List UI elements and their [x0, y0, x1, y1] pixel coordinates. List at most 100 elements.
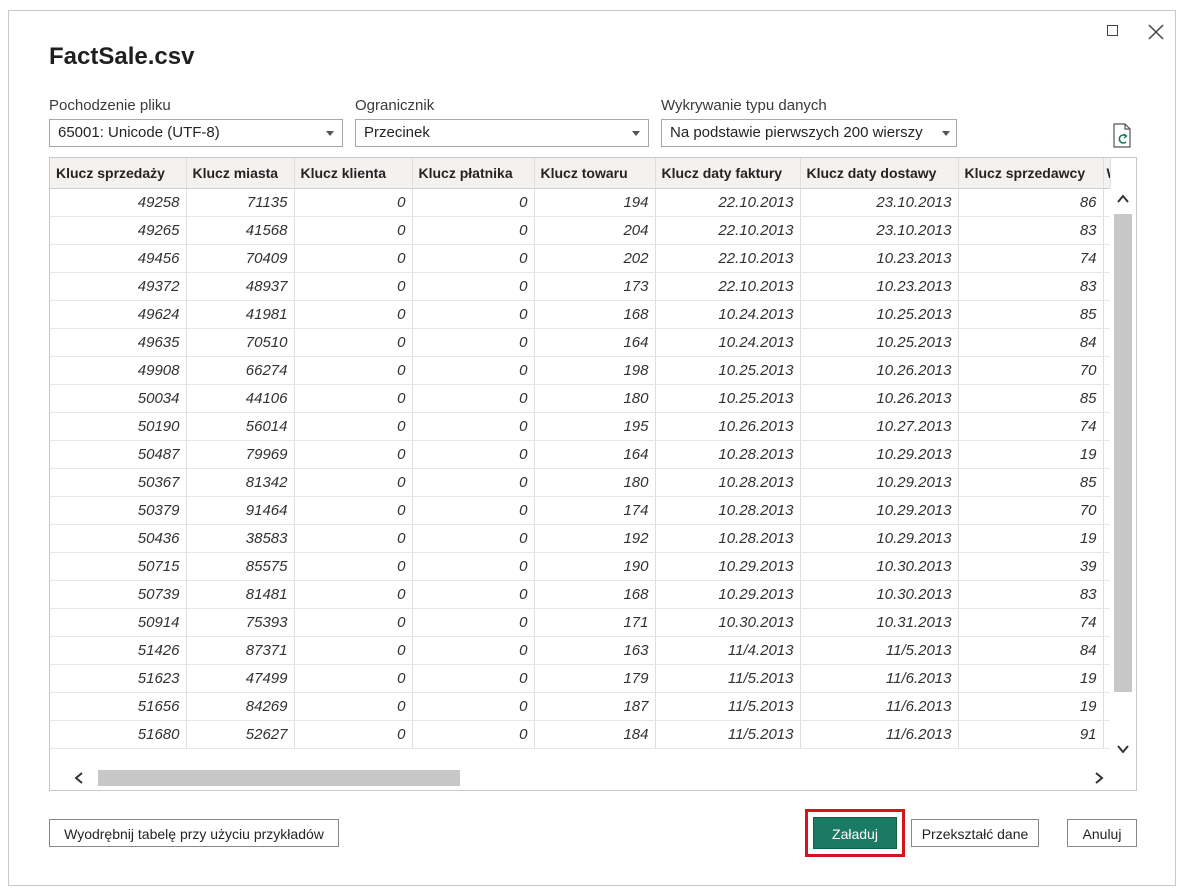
table-cell[interactable]: 10.31.2013	[800, 608, 959, 637]
table-cell[interactable]: 50487	[50, 440, 187, 469]
table-cell[interactable]: 180	[534, 468, 656, 497]
table-cell[interactable]: 74	[958, 244, 1104, 273]
table-cell[interactable]: 49624	[50, 300, 187, 329]
table-cell[interactable]: 184	[534, 720, 656, 749]
table-cell[interactable]: 0	[412, 272, 535, 301]
table-cell[interactable]: 0	[294, 664, 413, 693]
table-cell[interactable]: 49908	[50, 356, 187, 385]
table-cell[interactable]: 83	[958, 272, 1104, 301]
table-cell[interactable]: 10.23.2013	[800, 272, 959, 301]
table-cell[interactable]: 10.29.2013	[800, 496, 959, 525]
table-cell[interactable]: 39	[958, 552, 1104, 581]
horizontal-scrollbar[interactable]	[50, 766, 1136, 790]
table-cell[interactable]: 19	[958, 692, 1104, 721]
horizontal-scroll-thumb[interactable]	[98, 770, 460, 786]
table-cell[interactable]: 50715	[50, 552, 187, 581]
delimiter-select[interactable]: Przecinek	[355, 119, 649, 147]
table-cell[interactable]: 85575	[186, 552, 295, 581]
table-cell[interactable]: 10.27.2013	[800, 412, 959, 441]
table-cell[interactable]: 10.24.2013	[655, 300, 801, 329]
table-cell[interactable]: 48937	[186, 272, 295, 301]
table-cell[interactable]: 171	[534, 608, 656, 637]
table-cell[interactable]: 187	[534, 692, 656, 721]
table-cell[interactable]: 11/5.2013	[655, 692, 801, 721]
table-cell[interactable]: 10.28.2013	[655, 496, 801, 525]
table-cell[interactable]: 180	[534, 384, 656, 413]
table-cell[interactable]: 83	[958, 216, 1104, 245]
table-cell[interactable]: 11/6.2013	[800, 664, 959, 693]
table-cell[interactable]: 10.26.2013	[800, 356, 959, 385]
table-cell[interactable]: 79969	[186, 440, 295, 469]
table-cell[interactable]: 71135	[186, 188, 295, 217]
table-cell[interactable]: 10.30.2013	[800, 552, 959, 581]
table-cell[interactable]: 10.30.2013	[800, 580, 959, 609]
table-cell[interactable]: 50034	[50, 384, 187, 413]
table-cell[interactable]: 192	[534, 524, 656, 553]
table-cell[interactable]: 41568	[186, 216, 295, 245]
refresh-preview-icon[interactable]	[1111, 123, 1135, 149]
table-cell[interactable]: 51680	[50, 720, 187, 749]
table-cell[interactable]: 0	[294, 216, 413, 245]
column-header[interactable]: Klucz towaru	[534, 158, 656, 189]
close-icon[interactable]	[1147, 23, 1165, 41]
table-cell[interactable]: 10.29.2013	[655, 552, 801, 581]
table-cell[interactable]: 83	[958, 580, 1104, 609]
table-cell[interactable]: 10.25.2013	[800, 300, 959, 329]
chevron-left-icon[interactable]	[72, 771, 86, 785]
table-cell[interactable]: 70	[958, 496, 1104, 525]
table-cell[interactable]: 0	[412, 636, 535, 665]
table-cell[interactable]: 74	[958, 608, 1104, 637]
table-cell[interactable]: 0	[294, 468, 413, 497]
table-cell[interactable]: 11/5.2013	[655, 720, 801, 749]
table-cell[interactable]: 0	[412, 384, 535, 413]
table-cell[interactable]: 49258	[50, 188, 187, 217]
table-cell[interactable]: 198	[534, 356, 656, 385]
table-cell[interactable]: 173	[534, 272, 656, 301]
vertical-scroll-thumb[interactable]	[1114, 214, 1132, 692]
table-cell[interactable]: 0	[294, 524, 413, 553]
table-cell[interactable]: 0	[294, 496, 413, 525]
table-cell[interactable]: 0	[294, 412, 413, 441]
column-header[interactable]: Klucz sprzedawcy	[958, 158, 1104, 189]
table-cell[interactable]: 10.23.2013	[800, 244, 959, 273]
table-cell[interactable]: 10.25.2013	[655, 384, 801, 413]
table-cell[interactable]: 10.29.2013	[800, 524, 959, 553]
table-cell[interactable]: 22.10.2013	[655, 216, 801, 245]
table-cell[interactable]: 66274	[186, 356, 295, 385]
table-cell[interactable]: 0	[412, 216, 535, 245]
table-cell[interactable]: 84	[958, 328, 1104, 357]
table-cell[interactable]: 85	[958, 384, 1104, 413]
table-cell[interactable]: 0	[412, 608, 535, 637]
table-cell[interactable]: 50379	[50, 496, 187, 525]
table-cell[interactable]: 0	[412, 524, 535, 553]
table-cell[interactable]: 10.29.2013	[655, 580, 801, 609]
column-header[interactable]: W	[1103, 158, 1111, 189]
table-cell[interactable]: 168	[534, 300, 656, 329]
table-cell[interactable]: 84	[958, 636, 1104, 665]
table-cell[interactable]: 19	[958, 524, 1104, 553]
table-cell[interactable]: 0	[412, 356, 535, 385]
table-cell[interactable]: 10.28.2013	[655, 468, 801, 497]
table-cell[interactable]: 23.10.2013	[800, 216, 959, 245]
file-origin-select[interactable]: 65001: Unicode (UTF-8)	[49, 119, 343, 147]
table-cell[interactable]: 50739	[50, 580, 187, 609]
table-cell[interactable]: 84269	[186, 692, 295, 721]
table-cell[interactable]: 0	[294, 552, 413, 581]
column-header[interactable]: Klucz daty faktury	[655, 158, 801, 189]
table-cell[interactable]: 10.30.2013	[655, 608, 801, 637]
table-cell[interactable]: 85	[958, 300, 1104, 329]
table-cell[interactable]: 91464	[186, 496, 295, 525]
table-cell[interactable]: 41981	[186, 300, 295, 329]
table-cell[interactable]: 11/6.2013	[800, 720, 959, 749]
table-cell[interactable]: 87371	[186, 636, 295, 665]
table-cell[interactable]: 0	[412, 496, 535, 525]
table-cell[interactable]: 22.10.2013	[655, 188, 801, 217]
vertical-scrollbar[interactable]	[1110, 188, 1136, 760]
table-cell[interactable]: 0	[412, 440, 535, 469]
chevron-right-icon[interactable]	[1092, 771, 1106, 785]
table-cell[interactable]: 51623	[50, 664, 187, 693]
table-cell[interactable]: 10.29.2013	[800, 468, 959, 497]
table-cell[interactable]: 51426	[50, 636, 187, 665]
column-header[interactable]: Klucz daty dostawy	[800, 158, 959, 189]
table-cell[interactable]: 11/5.2013	[800, 636, 959, 665]
